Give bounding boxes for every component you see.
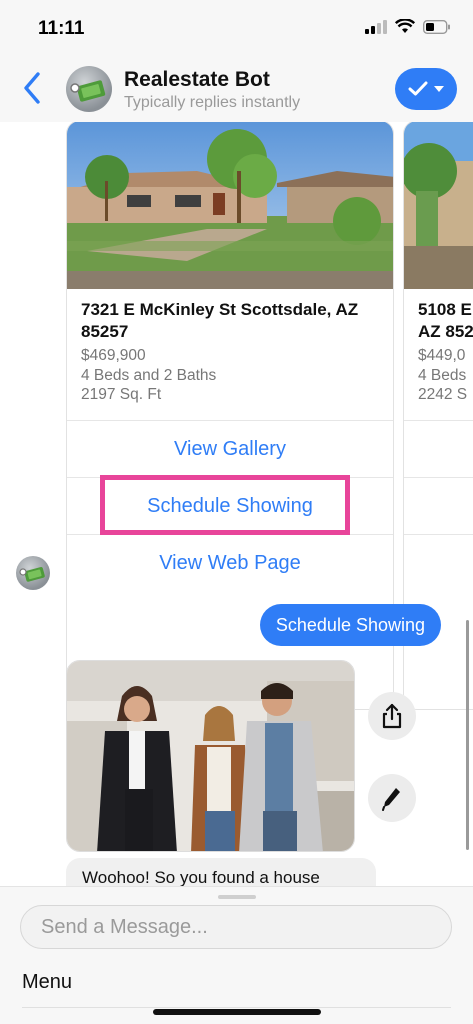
listing-2-title: 5108 E AZ 852 bbox=[418, 300, 473, 341]
schedule-showing-button[interactable]: Schedule Showing bbox=[67, 477, 393, 534]
status-bar: 11:11 bbox=[0, 0, 473, 56]
share-icon bbox=[382, 703, 402, 729]
composer: Menu bbox=[0, 886, 473, 1024]
bot-avatar[interactable] bbox=[66, 66, 112, 112]
bot-subtitle: Typically replies instantly bbox=[124, 94, 301, 111]
bot-message-bubble: Woohoo! So you found a house bbox=[66, 858, 376, 886]
back-chevron-icon bbox=[24, 72, 40, 104]
listing-2-sqft: 2242 S bbox=[418, 386, 468, 403]
house-photo-2[interactable] bbox=[404, 122, 473, 289]
pencil-icon bbox=[382, 788, 400, 811]
bot-name: Realestate Bot bbox=[124, 68, 270, 91]
home-indicator bbox=[153, 1009, 321, 1015]
listing-2-button-2[interactable] bbox=[404, 477, 473, 534]
menu-button[interactable]: Menu bbox=[22, 971, 72, 994]
back-button[interactable] bbox=[20, 70, 46, 106]
wifi-icon bbox=[394, 18, 416, 39]
message-input[interactable] bbox=[20, 905, 452, 949]
checkmark-icon bbox=[408, 81, 428, 96]
listing-beds-baths: 4 Beds and 2 Baths bbox=[81, 367, 217, 384]
header-action-button[interactable] bbox=[395, 68, 457, 110]
bot-small-avatar bbox=[16, 556, 50, 590]
listing-2-price: $449,0 bbox=[418, 347, 466, 364]
view-gallery-button[interactable]: View Gallery bbox=[67, 420, 393, 477]
battery-icon bbox=[422, 19, 451, 39]
listing-price: $469,900 bbox=[81, 347, 146, 364]
showing-photo[interactable] bbox=[66, 660, 355, 852]
chat-area[interactable]: 7321 E McKinley St Scottsdale, AZ 85257 … bbox=[0, 122, 473, 886]
caret-down-icon bbox=[434, 86, 444, 92]
listing-2-button-3[interactable] bbox=[404, 534, 473, 591]
scrollbar[interactable] bbox=[466, 620, 469, 850]
house-photo[interactable] bbox=[67, 122, 393, 289]
view-web-page-button[interactable]: View Web Page bbox=[67, 534, 393, 591]
user-message-bubble: Schedule Showing bbox=[259, 604, 441, 646]
listing-title: 7321 E McKinley St Scottsdale, AZ 85257 bbox=[81, 300, 359, 341]
edit-button[interactable] bbox=[368, 774, 416, 822]
share-button[interactable] bbox=[368, 692, 416, 740]
listing-2-beds: 4 Beds bbox=[418, 367, 467, 384]
listing-2-button-1[interactable] bbox=[404, 420, 473, 477]
menu-divider bbox=[22, 1007, 451, 1008]
chat-header: Realestate Bot Typically replies instant… bbox=[0, 56, 473, 122]
status-icons bbox=[365, 18, 451, 39]
signal-icon bbox=[365, 19, 387, 39]
status-time: 11:11 bbox=[38, 18, 85, 39]
listing-sqft: 2197 Sq. Ft bbox=[81, 386, 162, 403]
drawer-grabber[interactable] bbox=[218, 895, 256, 899]
